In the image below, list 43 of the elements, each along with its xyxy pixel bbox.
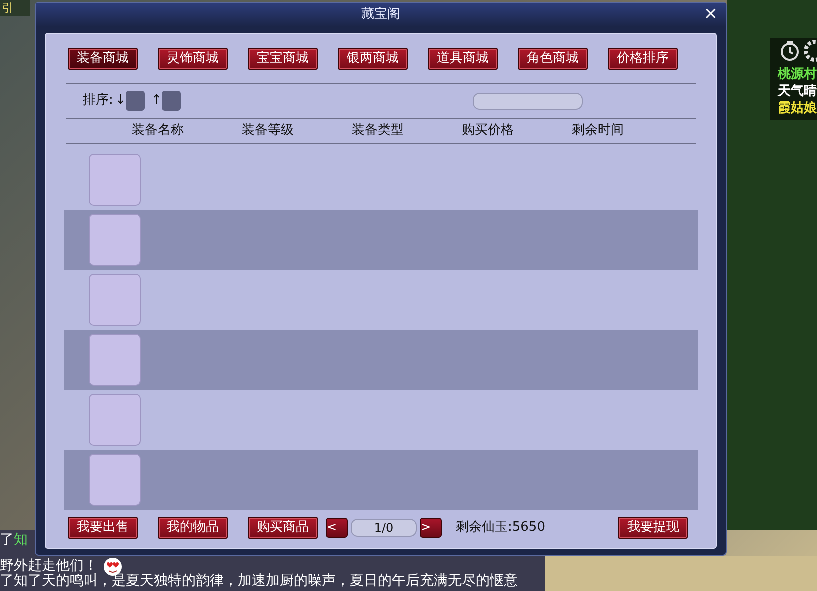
sort-label: 排序:: [83, 92, 114, 110]
tab[interactable]: 道具商城: [428, 48, 498, 70]
chat-message: 了知了天的鸣叫，是夏天独特的韵律，加速加厨的噪声，夏日的午后充满无尽的惬意: [0, 573, 518, 590]
tab[interactable]: 价格排序: [608, 48, 678, 70]
sort-ascending-checkbox[interactable]: [162, 91, 182, 111]
weather-text: 天气晴: [778, 83, 817, 100]
chat-message: 了知: [0, 532, 28, 549]
chat-message: 野外赶走他们！: [0, 558, 98, 574]
withdraw-button[interactable]: 我要提现: [618, 517, 688, 539]
item-slot[interactable]: [89, 274, 141, 326]
tab[interactable]: 灵饰商城: [158, 48, 228, 70]
window-title: 藏宝阁: [362, 6, 400, 24]
item-slot[interactable]: [89, 454, 141, 506]
sort-ascending-arrow: ↑: [151, 92, 162, 110]
column-header: 装备类型: [352, 122, 405, 140]
location-text: 桃源村: [778, 66, 817, 83]
column-header: 装备等级: [242, 122, 295, 140]
column-header: 购买价格: [462, 122, 515, 140]
item-slot[interactable]: [89, 394, 141, 446]
footer-button[interactable]: 购买商品: [248, 517, 318, 539]
column-header: 装备名称: [132, 122, 185, 140]
tab[interactable]: 装备商城: [68, 48, 138, 70]
sort-descending-checkbox[interactable]: [126, 91, 146, 111]
item-slot[interactable]: [89, 214, 141, 266]
tab[interactable]: 角色商城: [518, 48, 588, 70]
settings-icon[interactable]: [804, 40, 817, 62]
page-indicator: 1/0: [351, 519, 417, 537]
tab[interactable]: 银两商城: [338, 48, 408, 70]
stopwatch-icon[interactable]: [780, 40, 800, 62]
footer-button[interactable]: 我的物品: [158, 517, 228, 539]
next-page-button[interactable]: >: [420, 518, 442, 538]
search-field[interactable]: [473, 92, 584, 110]
npc-text: 霞姑娘: [778, 100, 817, 117]
close-button[interactable]: ×: [702, 4, 720, 24]
item-slot[interactable]: [89, 154, 141, 206]
balance-text: 剩余仙玉:5650: [456, 519, 546, 538]
tab[interactable]: 宝宝商城: [248, 48, 318, 70]
footer-button[interactable]: 我要出售: [68, 517, 138, 539]
column-header: 剩余时间: [572, 122, 625, 140]
sort-descending-arrow: ↓: [115, 92, 126, 110]
previous-page-button[interactable]: <: [326, 518, 348, 538]
hud-text: 引: [0, 0, 30, 16]
item-slot[interactable]: [89, 334, 141, 386]
